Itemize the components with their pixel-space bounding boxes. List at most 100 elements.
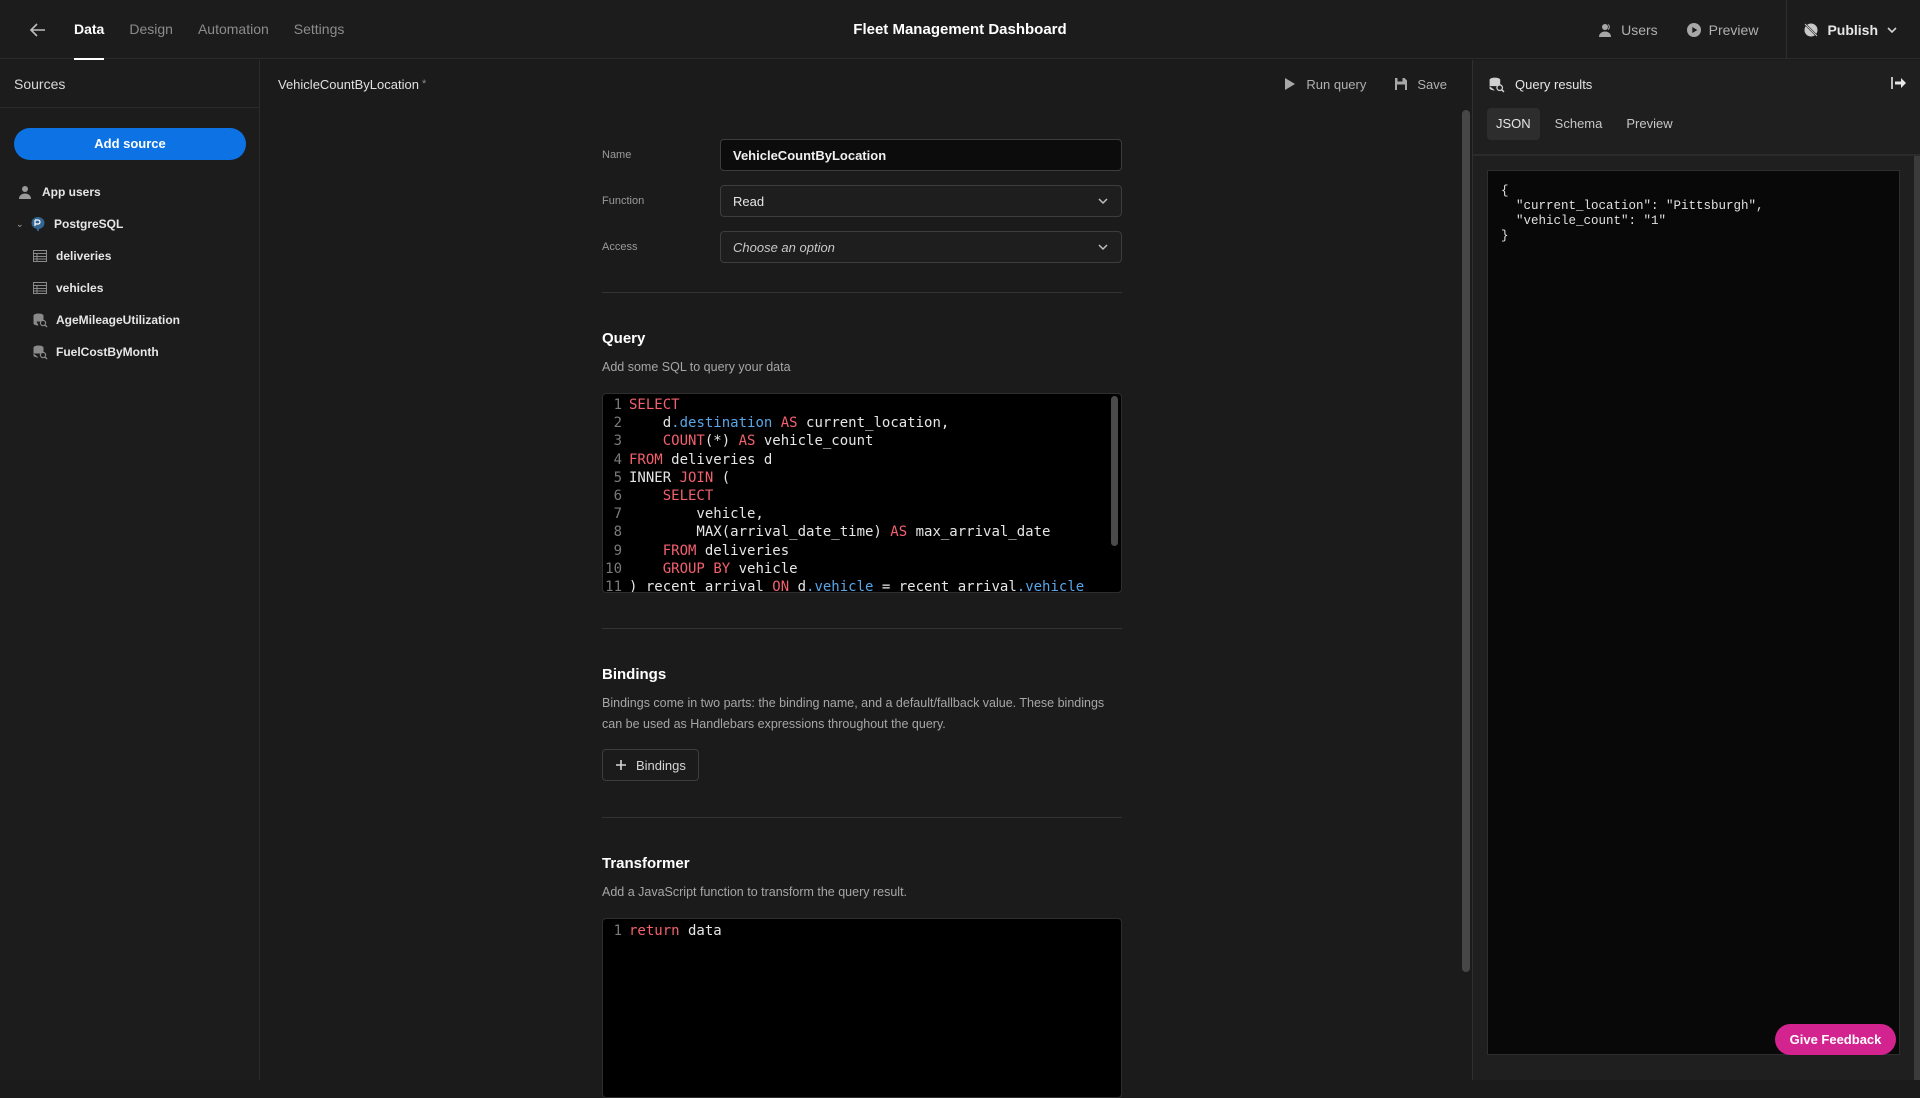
source-label: deliveries bbox=[56, 249, 112, 263]
code-text: d.destination AS current_location, bbox=[629, 415, 950, 432]
chevron-down-icon bbox=[1098, 244, 1108, 251]
transformer-section-description: Add a JavaScript function to transform t… bbox=[602, 885, 908, 899]
access-row: Access Choose an option bbox=[602, 224, 1122, 270]
results-divider bbox=[1473, 154, 1920, 156]
name-row: Name VehicleCountByLocation bbox=[602, 132, 1122, 178]
tab-design[interactable]: Design bbox=[129, 0, 173, 59]
sql-editor[interactable]: 1 SELECT 2 d.destination AS current_locati… bbox=[602, 393, 1122, 593]
query-results-panel: Query results JSON Schema Preview { "cur… bbox=[1472, 60, 1920, 1080]
code-text: SELECT bbox=[662, 487, 714, 504]
line-number: 2 bbox=[613, 415, 622, 432]
code-text: return data bbox=[629, 923, 722, 939]
access-placeholder: Choose an option bbox=[733, 239, 835, 255]
back-button[interactable] bbox=[26, 18, 50, 42]
line-number: 5 bbox=[613, 469, 622, 486]
line-number: 3 bbox=[613, 433, 622, 450]
code-text: COUNT(*) AS vehicle_count bbox=[662, 433, 874, 450]
add-binding-button[interactable]: Bindings bbox=[602, 749, 699, 781]
globe-off-icon bbox=[1804, 22, 1819, 37]
results-tab-schema[interactable]: Schema bbox=[1546, 108, 1612, 140]
bindings-section-description: Bindings come in two parts: the binding … bbox=[602, 696, 1105, 731]
code-line: 9 FROM deliveries bbox=[603, 542, 1121, 560]
results-tab-json[interactable]: JSON bbox=[1487, 108, 1540, 140]
results-tab-preview[interactable]: Preview bbox=[1617, 108, 1681, 140]
publish-label: Publish bbox=[1827, 21, 1878, 38]
name-input[interactable]: VehicleCountByLocation bbox=[720, 139, 1122, 171]
save-icon bbox=[1395, 78, 1408, 90]
source-label: FuelCostByMonth bbox=[56, 345, 159, 359]
line-number: 1 bbox=[613, 923, 622, 939]
postgresql-icon bbox=[30, 216, 46, 232]
bindings-section-title: Bindings bbox=[602, 666, 667, 683]
js-lines: 1 return data bbox=[603, 922, 1121, 940]
add-binding-label: Bindings bbox=[636, 757, 686, 773]
tab-data[interactable]: Data bbox=[74, 0, 105, 60]
run-query-button[interactable]: Run query bbox=[1283, 77, 1366, 92]
query-name-heading: VehicleCountByLocation bbox=[278, 76, 419, 92]
editor-scrollbar[interactable] bbox=[1462, 110, 1470, 972]
line-number: 7 bbox=[613, 506, 622, 523]
query-icon bbox=[1489, 77, 1505, 92]
source-item-app-users[interactable]: App users bbox=[0, 176, 260, 208]
function-label: Function bbox=[602, 195, 645, 207]
add-source-button[interactable]: Add source bbox=[14, 128, 246, 160]
code-text: FROM deliveries bbox=[662, 542, 790, 559]
preview-button[interactable]: Preview bbox=[1686, 21, 1759, 38]
users-button[interactable]: Users bbox=[1598, 22, 1658, 38]
function-value: Read bbox=[733, 193, 765, 209]
code-text: INNER JOIN ( bbox=[629, 469, 731, 486]
publish-button[interactable]: Publish bbox=[1786, 0, 1920, 59]
transformer-editor[interactable]: 1 return data bbox=[602, 918, 1122, 1098]
editor-actions: Run query Save bbox=[1283, 60, 1447, 108]
arrow-left-icon bbox=[29, 23, 45, 37]
code-line: 4 FROM deliveries d bbox=[603, 451, 1121, 469]
code-line: 7 vehicle, bbox=[603, 505, 1121, 523]
table-icon bbox=[32, 248, 48, 264]
users-label: Users bbox=[1621, 21, 1658, 38]
run-query-label: Run query bbox=[1306, 76, 1367, 92]
query-form: Name VehicleCountByLocation Function Rea… bbox=[602, 132, 1122, 270]
results-scrollbar[interactable] bbox=[1914, 156, 1920, 1080]
collapse-panel-button[interactable] bbox=[1890, 74, 1908, 92]
code-line: 11 ) recent_arrival ON d.vehicle = recent… bbox=[603, 578, 1121, 593]
query-icon bbox=[32, 344, 48, 360]
access-label: Access bbox=[602, 241, 638, 253]
tab-settings[interactable]: Settings bbox=[294, 0, 345, 59]
source-item-vehicles[interactable]: vehicles bbox=[0, 272, 260, 304]
source-item-deliveries[interactable]: deliveries bbox=[0, 240, 260, 272]
code-line: 3 COUNT(*) AS vehicle_count bbox=[603, 432, 1121, 450]
table-icon bbox=[32, 280, 48, 296]
source-label: App users bbox=[42, 185, 101, 199]
source-item-fuelcostbymonth[interactable]: FuelCostByMonth bbox=[0, 336, 260, 368]
line-number: 10 bbox=[605, 560, 622, 577]
sql-lines: 1 SELECT 2 d.destination AS current_locati… bbox=[603, 396, 1121, 593]
chevron-down-icon[interactable]: ⌄ bbox=[16, 219, 26, 230]
source-label: vehicles bbox=[56, 281, 104, 295]
tab-automation[interactable]: Automation bbox=[198, 0, 269, 59]
save-label: Save bbox=[1417, 76, 1447, 92]
code-line: 5 INNER JOIN ( bbox=[603, 469, 1121, 487]
code-line: 1 return data bbox=[603, 922, 1121, 940]
preview-label: Preview bbox=[1708, 21, 1759, 38]
transformer-section-title: Transformer bbox=[602, 855, 690, 872]
code-text: SELECT bbox=[629, 397, 680, 413]
results-title: Query results bbox=[1515, 76, 1593, 92]
line-number: 1 bbox=[613, 397, 622, 413]
code-text: ) recent_arrival ON d.vehicle = recent_a… bbox=[629, 578, 1085, 593]
sql-editor-scrollbar[interactable] bbox=[1111, 396, 1118, 546]
top-bar: Data Design Automation Settings Fleet Ma… bbox=[0, 0, 1920, 60]
section-divider bbox=[602, 817, 1122, 818]
sources-list: App users ⌄ PostgreSQL deliveries vehicl… bbox=[0, 176, 260, 368]
give-feedback-button[interactable]: Give Feedback bbox=[1775, 1024, 1896, 1055]
line-number: 11 bbox=[605, 578, 622, 593]
code-text: FROM deliveries d bbox=[629, 451, 773, 468]
function-select[interactable]: Read bbox=[720, 185, 1122, 217]
line-number: 6 bbox=[613, 487, 622, 504]
save-button[interactable]: Save bbox=[1394, 77, 1447, 92]
source-item-postgresql[interactable]: ⌄ PostgreSQL bbox=[0, 208, 260, 240]
name-label: Name bbox=[602, 149, 632, 161]
line-number: 9 bbox=[613, 542, 622, 559]
access-select[interactable]: Choose an option bbox=[720, 231, 1122, 263]
source-item-agemileageutilization[interactable]: AgeMileageUtilization bbox=[0, 304, 260, 336]
collapse-right-icon bbox=[1891, 77, 1906, 89]
